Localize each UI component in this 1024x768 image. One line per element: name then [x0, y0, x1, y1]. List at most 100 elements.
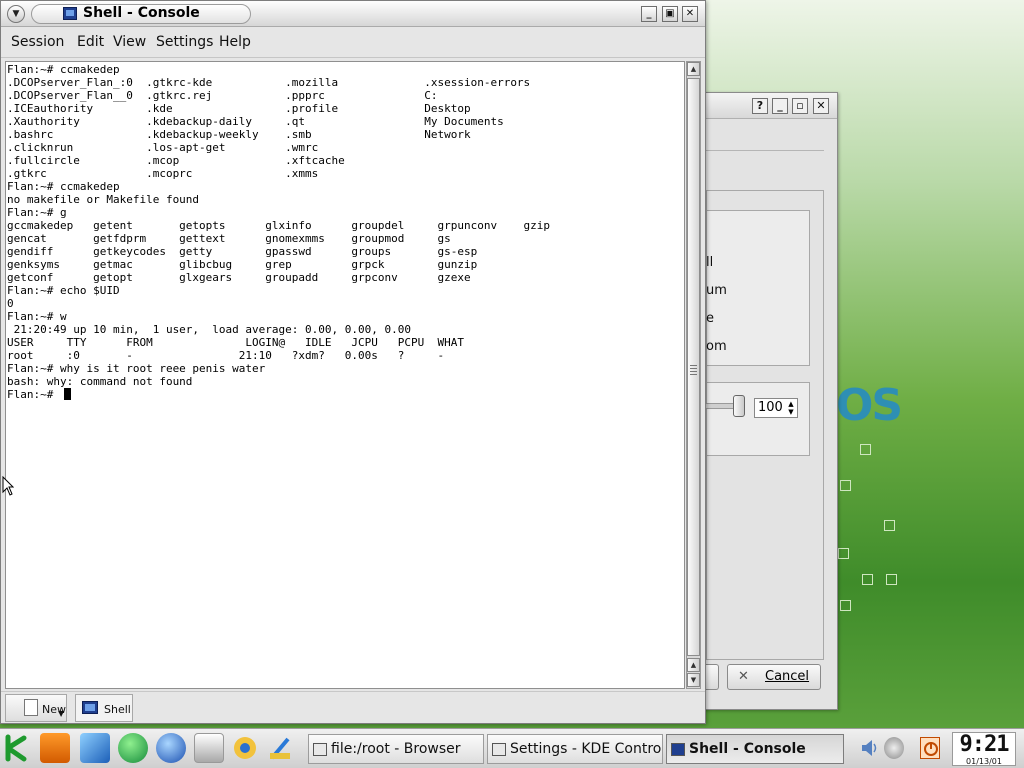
terminal-line: Flan:~# echo $UID: [7, 284, 120, 297]
mail-icon[interactable]: [194, 733, 224, 763]
dropdown-arrow-icon[interactable]: ▼: [58, 709, 64, 718]
cancel-button[interactable]: ✕ Cancel: [727, 664, 821, 690]
wallpaper-square: [886, 574, 897, 585]
option-label[interactable]: ll: [706, 255, 713, 270]
wallpaper-square: [840, 600, 851, 611]
terminal-line: USER TTY FROM LOGIN@ IDLE JCPU PCPU WHAT: [7, 336, 464, 349]
console-titlebar[interactable]: ▼ Shell - Console _ ▣ ✕: [1, 1, 705, 27]
spin-arrows-icon[interactable]: ▲ ▼: [786, 400, 796, 416]
task-label: file:/root - Browser: [331, 741, 461, 757]
browser-globe-icon[interactable]: [156, 733, 186, 763]
terminal-line: .gtkrc .mcoprc .xmms: [7, 167, 319, 180]
package-icon[interactable]: [80, 733, 110, 763]
terminal-icon: [671, 743, 685, 756]
maximize-button[interactable]: ▫: [792, 98, 808, 114]
value-slider-handle[interactable]: [733, 395, 745, 417]
taskbar: file:/root - Browser Settings - KDE Cont…: [0, 728, 1024, 768]
task-label: Shell - Console: [689, 741, 806, 757]
konsole-icon: [63, 7, 77, 20]
network-icon[interactable]: [884, 737, 904, 759]
lifebuoy-icon[interactable]: [40, 733, 70, 763]
settings-icon: [492, 743, 506, 756]
terminal-line: .clicknrun .los-apt-get .wmrc: [7, 141, 319, 154]
folder-icon: [313, 743, 327, 756]
terminal-icon: [82, 701, 98, 714]
session-tab-shell[interactable]: Shell: [75, 694, 133, 722]
menu-settings[interactable]: Settings: [156, 34, 213, 50]
volume-icon[interactable]: [860, 737, 880, 759]
wallpaper-square: [840, 480, 851, 491]
option-label[interactable]: e: [706, 311, 714, 326]
terminal-line: .Xauthority .kdebackup-daily .qt My Docu…: [7, 115, 504, 128]
terminal-line: .DCOPserver_Flan_:0 .gtkrc-kde .mozilla …: [7, 76, 531, 89]
new-session-button[interactable]: New ▼: [5, 694, 67, 722]
task-console[interactable]: Shell - Console: [666, 734, 844, 764]
terminal-line: no makefile or Makefile found: [7, 193, 200, 206]
menu-edit[interactable]: Edit: [77, 34, 104, 50]
close-button[interactable]: ✕: [813, 98, 829, 114]
task-browser[interactable]: file:/root - Browser: [308, 734, 484, 764]
terminal-line: gendiff getkeycodes getty gpasswd groups…: [7, 245, 478, 258]
terminal-line: Flan:~# g: [7, 206, 67, 219]
clock-date: 01/13/01: [966, 757, 1002, 766]
value-spinbox[interactable]: 100 ▲ ▼: [754, 398, 798, 418]
terminal-line: .DCOPserver_Flan__0 .gtkrc.rej .ppprc C:: [7, 89, 438, 102]
terminal-line: root :0 - 21:10 ?xdm? 0.00s ? -: [7, 349, 445, 362]
menu-view[interactable]: View: [113, 34, 146, 50]
terminal-line: .ICEauthority .kde .profile Desktop: [7, 102, 471, 115]
kde-apps-icon[interactable]: [230, 733, 260, 763]
window-title: Shell - Console: [83, 5, 200, 21]
session-tab-label: Shell: [104, 703, 131, 716]
new-document-icon: [24, 699, 38, 716]
terminal-scrollbar[interactable]: ▲ ▲ ▼: [686, 61, 701, 689]
menu-help[interactable]: Help: [219, 34, 251, 50]
k-menu-icon[interactable]: [2, 733, 32, 763]
wallpaper-square: [884, 520, 895, 531]
terminal-line: 21:20:49 up 10 min, 1 user, load average…: [7, 323, 411, 336]
option-label[interactable]: um: [706, 283, 727, 298]
scrollbar-thumb[interactable]: [687, 78, 700, 656]
minimize-button[interactable]: _: [772, 98, 788, 114]
window-menu-icon[interactable]: ▼: [7, 5, 25, 23]
task-label: Settings - KDE Control: [510, 741, 663, 757]
edit-brush-icon[interactable]: [266, 733, 296, 763]
terminal-line: genksyms getmac glibcbug grep grpck gunz…: [7, 258, 478, 271]
mouse-pointer-icon: [2, 475, 15, 500]
option-label[interactable]: om: [706, 339, 727, 354]
runner-icon[interactable]: [118, 733, 148, 763]
terminal-line: bash: why: command not found: [7, 375, 193, 388]
grip-icon: [690, 365, 697, 375]
console-window[interactable]: ▼ Shell - Console _ ▣ ✕ Session Edit Vie…: [0, 0, 706, 724]
help-button[interactable]: ?: [752, 98, 768, 114]
scroll-up-icon[interactable]: ▲: [687, 658, 700, 672]
cancel-icon: ✕: [738, 669, 749, 684]
terminal-area[interactable]: Flan:~# ccmakedep .DCOPserver_Flan_:0 .g…: [5, 61, 685, 689]
clock[interactable]: 9:21 01/13/01: [952, 732, 1016, 766]
dialog-divider: [706, 150, 824, 151]
wallpaper-logo: OS: [836, 380, 903, 431]
wallpaper-square: [838, 548, 849, 559]
wallpaper-square: [862, 574, 873, 585]
terminal-line: Flan:~# why is it root reee penis water: [7, 362, 266, 375]
maximize-button[interactable]: ▣: [662, 6, 678, 22]
terminal-line: gccmakedep getent getopts glxinfo groupd…: [7, 219, 551, 232]
terminal-line: .bashrc .kdebackup-weekly .smb Network: [7, 128, 471, 141]
slider-group: [706, 382, 810, 456]
minimize-button[interactable]: _: [641, 6, 657, 22]
task-kde-control[interactable]: Settings - KDE Control: [487, 734, 663, 764]
close-button[interactable]: ✕: [682, 6, 698, 22]
terminal-line: Flan:~# ccmakedep: [7, 180, 120, 193]
terminal-line: gencat getfdprm gettext gnomexmms groupm…: [7, 232, 451, 245]
cancel-label: Cancel: [765, 669, 810, 684]
session-bar: New ▼ Shell: [1, 691, 705, 723]
scroll-up-icon[interactable]: ▲: [687, 62, 700, 76]
text-cursor: [64, 388, 71, 400]
scroll-down-icon[interactable]: ▼: [687, 673, 700, 687]
terminal-line: getconf getopt glxgears groupadd grpconv…: [7, 271, 471, 284]
terminal-line: .fullcircle .mcop .xftcache: [7, 154, 345, 167]
terminal-line: Flan:~# ccmakedep: [7, 63, 120, 76]
power-icon[interactable]: [920, 737, 940, 759]
menu-session[interactable]: Session: [11, 34, 64, 50]
terminal-line: 0: [7, 297, 14, 310]
dialog-titlebar[interactable]: ? _ ▫ ✕: [701, 93, 837, 119]
